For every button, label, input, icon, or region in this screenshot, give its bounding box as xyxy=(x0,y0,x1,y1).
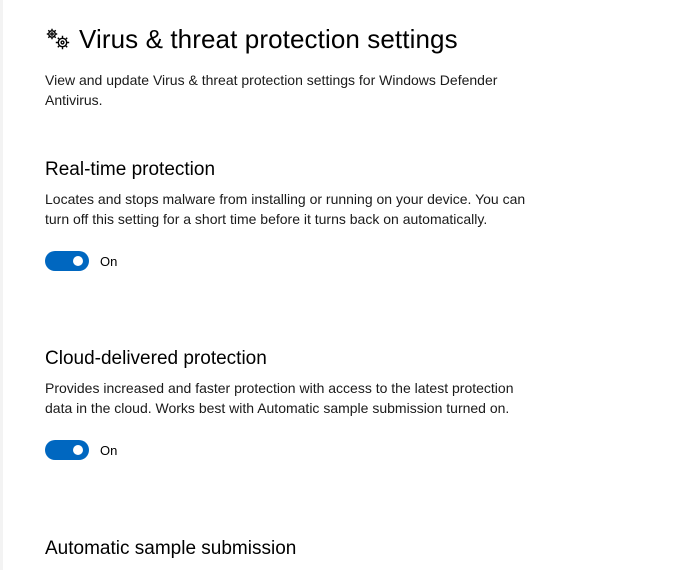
settings-page: Virus & threat protection settings View … xyxy=(0,0,700,570)
realtime-protection-toggle[interactable] xyxy=(45,251,89,271)
realtime-protection-section: Real-time protection Locates and stops m… xyxy=(45,158,535,271)
section-title: Cloud-delivered protection xyxy=(45,348,267,369)
toggle-state-label: On xyxy=(100,442,118,458)
page-description: View and update Virus & threat protectio… xyxy=(45,72,498,108)
toggle-knob xyxy=(73,445,83,455)
automatic-sample-submission-section: Automatic sample submission xyxy=(45,537,535,561)
cloud-protection-toggle[interactable] xyxy=(45,440,89,460)
toggle-state-label: On xyxy=(100,253,118,269)
toggle-knob xyxy=(73,256,83,266)
section-description: Provides increased and faster protection… xyxy=(45,380,514,416)
realtime-protection-toggle-row[interactable]: On xyxy=(45,251,535,271)
gears-icon xyxy=(46,28,70,49)
cloud-protection-section: Cloud-delivered protection Provides incr… xyxy=(45,347,535,460)
page-title: Virus & threat protection settings xyxy=(79,24,458,54)
cloud-protection-toggle-row[interactable]: On xyxy=(45,440,535,460)
page-header: Virus & threat protection settings xyxy=(43,24,458,55)
section-title: Real-time protection xyxy=(45,159,216,180)
section-title: Automatic sample submission xyxy=(45,538,297,559)
section-description: Locates and stops malware from installin… xyxy=(45,191,526,227)
